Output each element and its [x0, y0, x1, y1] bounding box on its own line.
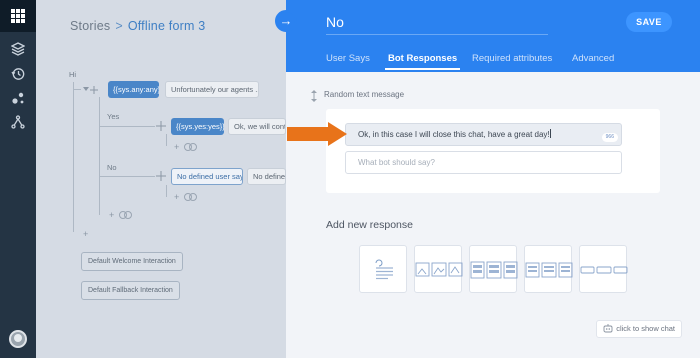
left-sidebar	[0, 0, 36, 358]
message-value: Ok, in this case I will close this chat,…	[358, 130, 550, 139]
tree-line	[99, 126, 155, 127]
branch-yes-label: Yes	[107, 112, 120, 121]
user-avatar[interactable]	[9, 330, 27, 348]
layers-icon[interactable]	[11, 42, 25, 56]
button-list-icon	[525, 262, 573, 278]
text-response-button[interactable]	[359, 245, 407, 293]
tab-bot-responses[interactable]: Bot Responses	[384, 53, 461, 70]
character-counter: 966	[601, 133, 618, 142]
add-step-icon[interactable]: +	[174, 193, 179, 202]
quick-reply-icon	[580, 266, 628, 274]
tree-line	[73, 82, 74, 232]
card-list-button[interactable]	[469, 245, 518, 293]
card-list-icon	[470, 261, 518, 279]
breadcrumb-current: Offline form 3	[127, 19, 206, 33]
breadcrumb-separator: >	[115, 19, 123, 33]
history-icon[interactable]	[11, 67, 25, 81]
interaction-editor-panel: No SAVE User Says Bot Responses Required…	[275, 0, 700, 358]
pointer-arrow-icon	[287, 122, 347, 146]
panel-tabs: User Says Bot Responses Required attribu…	[286, 53, 700, 72]
branch-no-label: No	[107, 163, 117, 172]
quick-reply-button[interactable]	[579, 245, 628, 293]
breadcrumb: Stories > Offline form 3	[70, 19, 205, 33]
yes-intent-pill[interactable]: {{sys.yes:yes}}	[171, 118, 224, 135]
save-button[interactable]: SAVE	[626, 12, 672, 32]
no-response-pill[interactable]: No defined	[247, 168, 286, 185]
default-welcome-node[interactable]: Default Welcome Interaction	[81, 252, 183, 271]
show-chat-label: click to show chat	[616, 324, 675, 333]
button-list-button[interactable]	[524, 245, 573, 293]
intent-label-hi: Hi	[69, 70, 77, 79]
tree-line	[99, 97, 100, 215]
tab-required-attributes[interactable]: Required attributes	[472, 53, 552, 64]
show-chat-button[interactable]: click to show chat	[596, 320, 682, 338]
fork-icon[interactable]	[11, 115, 25, 129]
message-input[interactable]: Ok, in this case I will close this chat,…	[345, 123, 622, 146]
tab-user-says[interactable]: User Says	[326, 53, 370, 64]
link-icon[interactable]	[189, 143, 197, 151]
link-icon[interactable]	[124, 211, 132, 219]
image-gallery-icon	[415, 262, 463, 277]
text-cursor	[549, 129, 551, 138]
tree-line	[73, 89, 81, 90]
root-intent-pill[interactable]: {{sys.any:any}}	[108, 81, 159, 98]
root-response-pill[interactable]: Unfortunately our agents ...	[165, 81, 259, 98]
tab-advanced[interactable]: Advanced	[572, 53, 614, 64]
image-gallery-button[interactable]	[414, 245, 463, 293]
grid-icon[interactable]	[0, 0, 36, 32]
message-input-empty[interactable]: What bot should say?	[345, 151, 622, 174]
add-step-icon[interactable]: +	[174, 143, 179, 152]
add-response-heading: Add new response	[326, 219, 413, 231]
drag-handle-icon[interactable]	[310, 90, 318, 102]
tree-line	[166, 134, 167, 146]
collapse-icon[interactable]	[83, 86, 99, 94]
link-icon[interactable]	[189, 193, 197, 201]
section-label: Random text message	[324, 90, 405, 99]
breadcrumb-root[interactable]: Stories	[70, 19, 110, 33]
collapse-panel-button[interactable]: →	[275, 10, 297, 32]
add-intent-icon[interactable]: +	[83, 230, 88, 239]
nodes-icon[interactable]	[11, 91, 25, 105]
chat-bot-icon	[603, 324, 613, 333]
no-intent-pill[interactable]: No defined user says	[171, 168, 243, 185]
yes-response-pill[interactable]: Ok, we will conta	[228, 118, 286, 135]
text-response-icon	[375, 259, 393, 280]
interaction-title-input[interactable]: No	[326, 14, 548, 35]
move-icon[interactable]	[156, 121, 166, 131]
panel-header: No SAVE User Says Bot Responses Required…	[286, 0, 700, 72]
default-fallback-node[interactable]: Default Fallback Interaction	[81, 281, 180, 300]
random-text-card: Ok, in this case I will close this chat,…	[326, 109, 660, 193]
tree-line	[99, 176, 155, 177]
add-branch-icon[interactable]: +	[109, 211, 114, 220]
story-canvas: Stories > Offline form 3 Hi {{sys.any:any}…	[36, 0, 286, 358]
move-icon[interactable]	[156, 171, 166, 181]
tree-line	[166, 185, 167, 197]
